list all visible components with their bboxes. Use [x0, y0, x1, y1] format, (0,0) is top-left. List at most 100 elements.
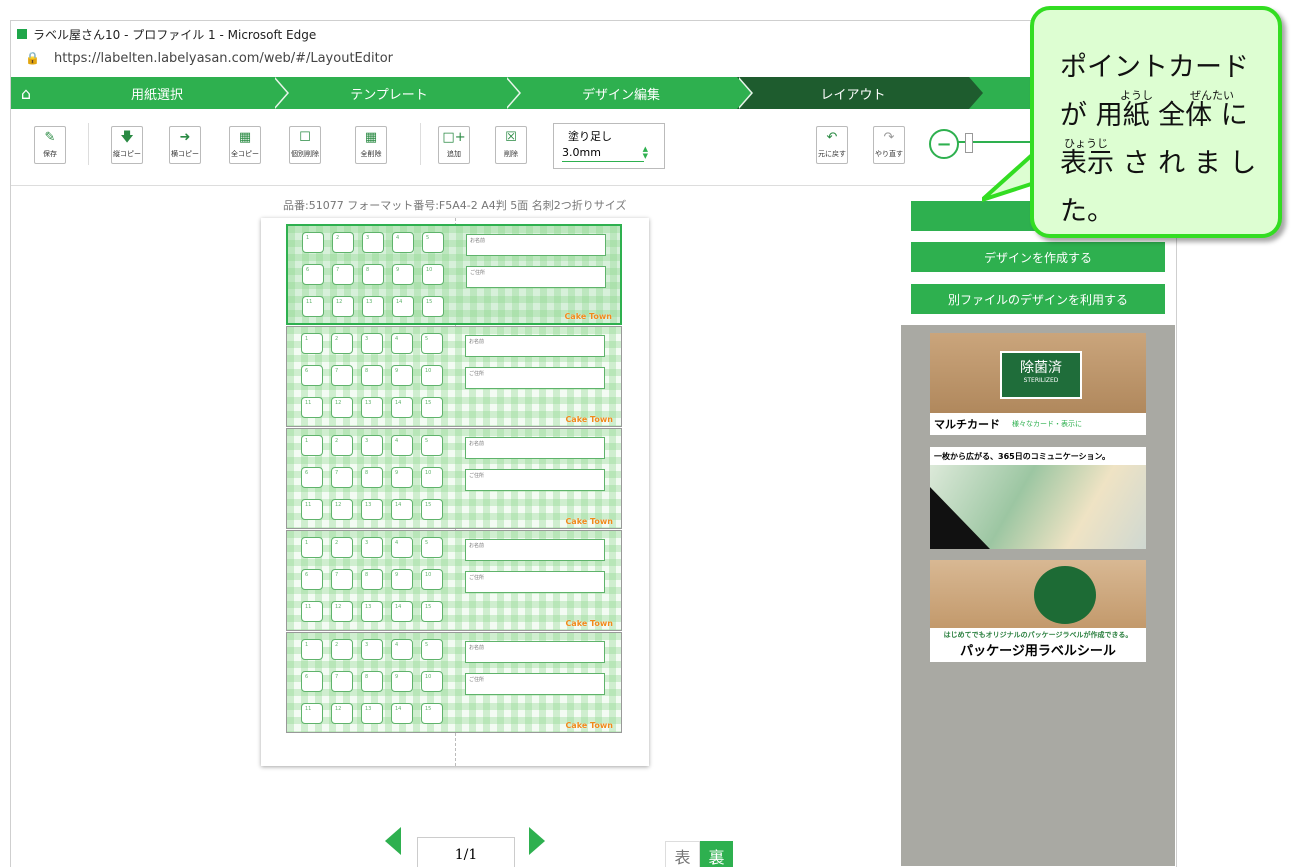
stamp-box: 11	[301, 499, 323, 520]
delete-all-button[interactable]: ▦ 全削除	[355, 126, 387, 164]
stamp-box: 6	[301, 569, 323, 590]
stamp-box: 8	[361, 365, 383, 386]
stamp-box: 13	[361, 499, 383, 520]
stamp-box: 12	[331, 397, 353, 418]
step-paper[interactable]: 用紙選択	[41, 77, 289, 109]
stepper-icon[interactable]: ▲ ▼	[643, 146, 648, 160]
all-copy-button[interactable]: ▦ 全コピー	[229, 126, 261, 164]
ruby-text: ようし	[1120, 89, 1153, 102]
use-other-file-button[interactable]: 別ファイルのデザインを利用する	[911, 284, 1165, 314]
stamp-box: 3	[361, 639, 383, 660]
create-design-button[interactable]: デザインを作成する	[911, 242, 1165, 272]
ad-multi-card[interactable]: 除菌済 STERILIZED マルチカード 様々なカード・表示に	[930, 333, 1146, 435]
right-panel: 印 デザインを作成する 別ファイルのデザインを利用する 除菌済STERILIZE…	[901, 185, 1175, 866]
stamp-box: 5	[422, 232, 444, 253]
stamp-box: 11	[301, 601, 323, 622]
ruby-text: ひょうじ	[1064, 137, 1108, 150]
stamp-box: 4	[391, 435, 413, 456]
stamp-box: 7	[332, 264, 354, 285]
stamp-box: 8	[361, 671, 383, 692]
stamp-box: 9	[391, 467, 413, 488]
label-card[interactable]: 1 2 3 4 5 6 7 8 9 10 11 12 13 14 15 お名前 ご住所 Cake Town	[286, 632, 622, 733]
stamp-box: 1	[301, 435, 323, 456]
save-button[interactable]: ✎ 保存	[34, 126, 66, 164]
stamp-box: 13	[362, 296, 384, 317]
side-toggle: 表 裏	[665, 841, 733, 867]
name-field: お名前	[465, 539, 605, 561]
paper-sheet: 1 2 3 4 5 6 7 8 9 10 11 12 13 14 15 お名前 ご住所 Cake Town 1 2 3 4…	[261, 218, 649, 766]
delete-grid-icon: ▦	[364, 130, 378, 145]
stamp-box: 9	[391, 569, 413, 590]
stamp-box: 3	[361, 435, 383, 456]
undo-icon: ↶	[826, 130, 838, 145]
back-side-button[interactable]: 裏	[700, 841, 733, 867]
stamp-box: 3	[362, 232, 384, 253]
ad-package-label[interactable]: はじめてでもオリジナルのパッケージラベルが作成できる。 パッケージ用ラベルシール	[930, 560, 1146, 662]
label-card[interactable]: 1 2 3 4 5 6 7 8 9 10 11 12 13 14 15 お名前 ご住所 Cake Town	[286, 428, 622, 529]
ad-subcaption: はじめてでもオリジナルのパッケージラベルが作成できる。	[930, 628, 1146, 642]
stamp-box: 8	[362, 264, 384, 285]
stamp-box: 9	[391, 365, 413, 386]
remove-page-button[interactable]: ☒ 削除	[495, 126, 527, 164]
stamp-box: 7	[331, 569, 353, 590]
step-label: 用紙選択	[130, 87, 183, 103]
ad-graphic	[930, 487, 990, 549]
step-design[interactable]: デザイン編集	[505, 77, 753, 109]
home-icon[interactable]: ⌂	[11, 77, 41, 109]
step-template[interactable]: テンプレート	[273, 77, 521, 109]
stamp-box: 1	[302, 232, 324, 253]
stamp-box: 13	[361, 601, 383, 622]
address-bar[interactable]: 🔒 https://labelten.labelyasan.com/web/#/…	[11, 47, 1176, 69]
bleed-value[interactable]: 3.0mm	[562, 146, 644, 162]
redo-icon: ↷	[883, 130, 895, 145]
bleed-label: 塗り足し	[568, 130, 612, 143]
stamp-box: 6	[301, 671, 323, 692]
ad-caption: 一枚から広がる、365日のコミュニケーション。	[934, 452, 1111, 461]
app-icon	[17, 29, 27, 39]
undo-button[interactable]: ↶ 元に戻す	[816, 126, 848, 164]
vertical-copy-button[interactable]: 🡇 縦コピー	[111, 126, 143, 164]
prev-page-button[interactable]	[385, 827, 401, 855]
stamp-box: 7	[331, 671, 353, 692]
zoom-out-button[interactable]: −	[929, 129, 959, 159]
stamp-box: 14	[391, 499, 413, 520]
address-field: ご住所	[465, 673, 605, 695]
stamp-box: 6	[301, 365, 323, 386]
horizontal-copy-button[interactable]: ➜ 横コピー	[169, 126, 201, 164]
url-text[interactable]: https://labelten.labelyasan.com/web/#/La…	[54, 51, 393, 66]
stamp-box: 12	[331, 499, 353, 520]
stamp-box: 2	[331, 537, 353, 558]
step-layout[interactable]: レイアウト	[737, 77, 983, 109]
label-card[interactable]: 1 2 3 4 5 6 7 8 9 10 11 12 13 14 15 お名前 ご住所 Cake Town	[286, 326, 622, 427]
add-page-button[interactable]: □+ 追加	[438, 126, 470, 164]
stamp-box: 15	[421, 703, 443, 724]
redo-button[interactable]: ↷ やり直す	[873, 126, 905, 164]
ruby-text: ぜんたい	[1190, 89, 1234, 102]
stamp-box: 3	[361, 537, 383, 558]
delete-one-button[interactable]: ☐ 個別削除	[289, 126, 321, 164]
stamp-box: 3	[361, 333, 383, 354]
stamp-box: 1	[301, 537, 323, 558]
stamp-box: 11	[301, 703, 323, 724]
next-page-button[interactable]	[529, 827, 545, 855]
stamp-box: 15	[421, 397, 443, 418]
stamp-box: 7	[331, 467, 353, 488]
zoom-slider-handle[interactable]	[965, 133, 973, 153]
ad-communication[interactable]: 一枚から広がる、365日のコミュニケーション。	[930, 447, 1146, 549]
remove-page-icon: ☒	[505, 130, 517, 145]
stamp-box: 2	[331, 639, 353, 660]
stamp-box: 5	[421, 435, 443, 456]
paper-info: 品番:51077 フォーマット番号:F5A4-2 A4判 5面 名刺2つ折りサイ…	[283, 199, 627, 212]
stamp-box: 1	[301, 333, 323, 354]
title-bar: ラベル屋さん10 - プロファイル 1 - Microsoft Edge	[11, 21, 1176, 47]
stamp-box: 9	[391, 671, 413, 692]
address-field: ご住所	[465, 571, 605, 593]
stamp-box: 4	[391, 537, 413, 558]
label-card[interactable]: 1 2 3 4 5 6 7 8 9 10 11 12 13 14 15 お名前 ご住所 Cake Town	[286, 530, 622, 631]
stamp-box: 15	[421, 601, 443, 622]
brand-logo: Cake Town	[565, 415, 613, 424]
front-side-button[interactable]: 表	[665, 841, 700, 867]
label-card-selected[interactable]: 1 2 3 4 5 6 7 8 9 10 11 12 13 14 15 お名前 ご住所 Cake Town	[286, 224, 622, 325]
bleed-control: 塗り足し 3.0mm ▲ ▼	[553, 123, 665, 169]
stamp-box: 8	[361, 467, 383, 488]
